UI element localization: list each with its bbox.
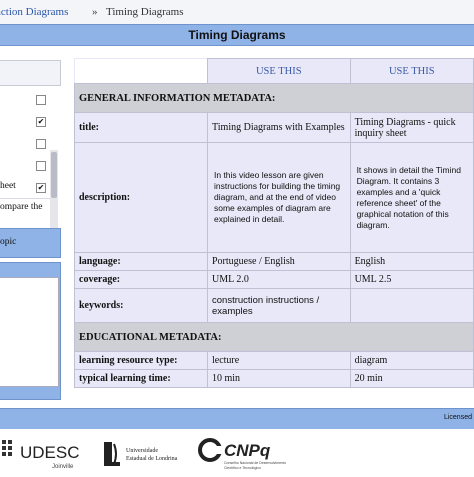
sidebar-item-label: heet bbox=[0, 181, 16, 191]
svg-text:Universidade: Universidade bbox=[126, 448, 158, 454]
keywords-value-1: construction instructions / examples bbox=[207, 288, 351, 323]
sidebar: ✔ heet ✔ ompare the opic bbox=[0, 52, 64, 404]
use-this-link-1[interactable]: USE THIS bbox=[207, 58, 351, 84]
cnpq-wordmark: CNPq bbox=[224, 441, 271, 460]
language-value-1: Portuguese / English bbox=[207, 252, 351, 271]
coverage-label: coverage: bbox=[74, 270, 208, 289]
uel-logo: Universidade Estadual de Londrina bbox=[100, 436, 184, 472]
svg-text:Estadual de Londrina: Estadual de Londrina bbox=[126, 456, 178, 462]
page-title-bar: Timing Diagrams bbox=[0, 24, 474, 46]
sidebar-checkbox-4[interactable] bbox=[36, 161, 46, 171]
keywords-label: keywords: bbox=[74, 288, 208, 323]
keywords-value-2 bbox=[349, 288, 474, 323]
sidebar-lower-panel bbox=[0, 262, 61, 400]
breadcrumb-current: Timing Diagrams bbox=[106, 6, 184, 18]
table-corner bbox=[74, 58, 208, 84]
title-value-2: Timing Diagrams - quick inquiry sheet bbox=[349, 112, 474, 143]
sidebar-header-box bbox=[0, 60, 61, 86]
metadata-table: USE THIS USE THIS GENERAL INFORMATION ME… bbox=[74, 58, 474, 388]
sidebar-lower-content bbox=[0, 277, 59, 387]
resource-type-label: learning resource type: bbox=[74, 351, 208, 370]
language-label: language: bbox=[74, 252, 208, 271]
learning-time-label: typical learning time: bbox=[74, 369, 208, 388]
sidebar-topic-bar[interactable]: opic bbox=[0, 228, 61, 258]
sidebar-topic-label: opic bbox=[0, 237, 17, 247]
sidebar-item[interactable]: ✔ bbox=[0, 110, 58, 133]
coverage-value-2: UML 2.5 bbox=[349, 270, 474, 289]
title-value-1: Timing Diagrams with Examples bbox=[207, 112, 351, 143]
cnpq-logo: CNPq Conselho Nacional de Desenvolviment… bbox=[198, 434, 318, 472]
sidebar-compare-text: ompare the bbox=[0, 202, 43, 212]
udesc-wordmark: UDESC bbox=[20, 443, 80, 462]
sidebar-checkbox-1[interactable] bbox=[36, 95, 46, 105]
sidebar-item[interactable] bbox=[0, 88, 58, 111]
educational-metadata-header: EDUCATIONAL METADATA: bbox=[74, 322, 474, 352]
license-text: Licensed bbox=[443, 414, 472, 421]
description-label: description: bbox=[74, 142, 208, 253]
breadcrumb-separator: » bbox=[92, 6, 98, 18]
title-label: title: bbox=[74, 112, 208, 143]
learning-time-value-1: 10 min bbox=[207, 369, 351, 388]
breadcrumb: action Diagrams » Timing Diagrams bbox=[0, 0, 474, 24]
language-value-2: English bbox=[349, 252, 474, 271]
learning-time-value-2: 20 min bbox=[349, 369, 474, 388]
coverage-value-1: UML 2.0 bbox=[207, 270, 351, 289]
footer-bar: Licensed bbox=[0, 408, 474, 429]
description-value-1: In this video lesson are given instructi… bbox=[207, 142, 351, 253]
udesc-campus: Joinville bbox=[52, 464, 74, 470]
use-this-link-2[interactable]: USE THIS bbox=[349, 58, 474, 84]
sidebar-checkbox-5[interactable]: ✔ bbox=[36, 183, 46, 193]
general-metadata-header: GENERAL INFORMATION METADATA: bbox=[74, 83, 474, 113]
description-value-2: It shows in detail the Timind Diagram. I… bbox=[349, 142, 474, 253]
resource-type-value-1: lecture bbox=[207, 351, 351, 370]
sidebar-checkbox-3[interactable] bbox=[36, 139, 46, 149]
breadcrumb-link-interaction-diagrams[interactable]: action Diagrams bbox=[0, 0, 68, 24]
svg-text:Conselho Nacional de Desenvolv: Conselho Nacional de Desenvolvimento bbox=[224, 461, 286, 465]
resource-type-value-2: diagram bbox=[349, 351, 474, 370]
udesc-logo: UDESC Joinville bbox=[0, 436, 90, 472]
sidebar-checkbox-2[interactable]: ✔ bbox=[36, 117, 46, 127]
svg-text:Científico e Tecnológico: Científico e Tecnológico bbox=[224, 466, 261, 470]
scrollbar-thumb[interactable] bbox=[51, 152, 57, 198]
sponsor-logos: UDESC Joinville Universidade Estadual de… bbox=[0, 432, 474, 474]
page-title: Timing Diagrams bbox=[188, 28, 286, 42]
